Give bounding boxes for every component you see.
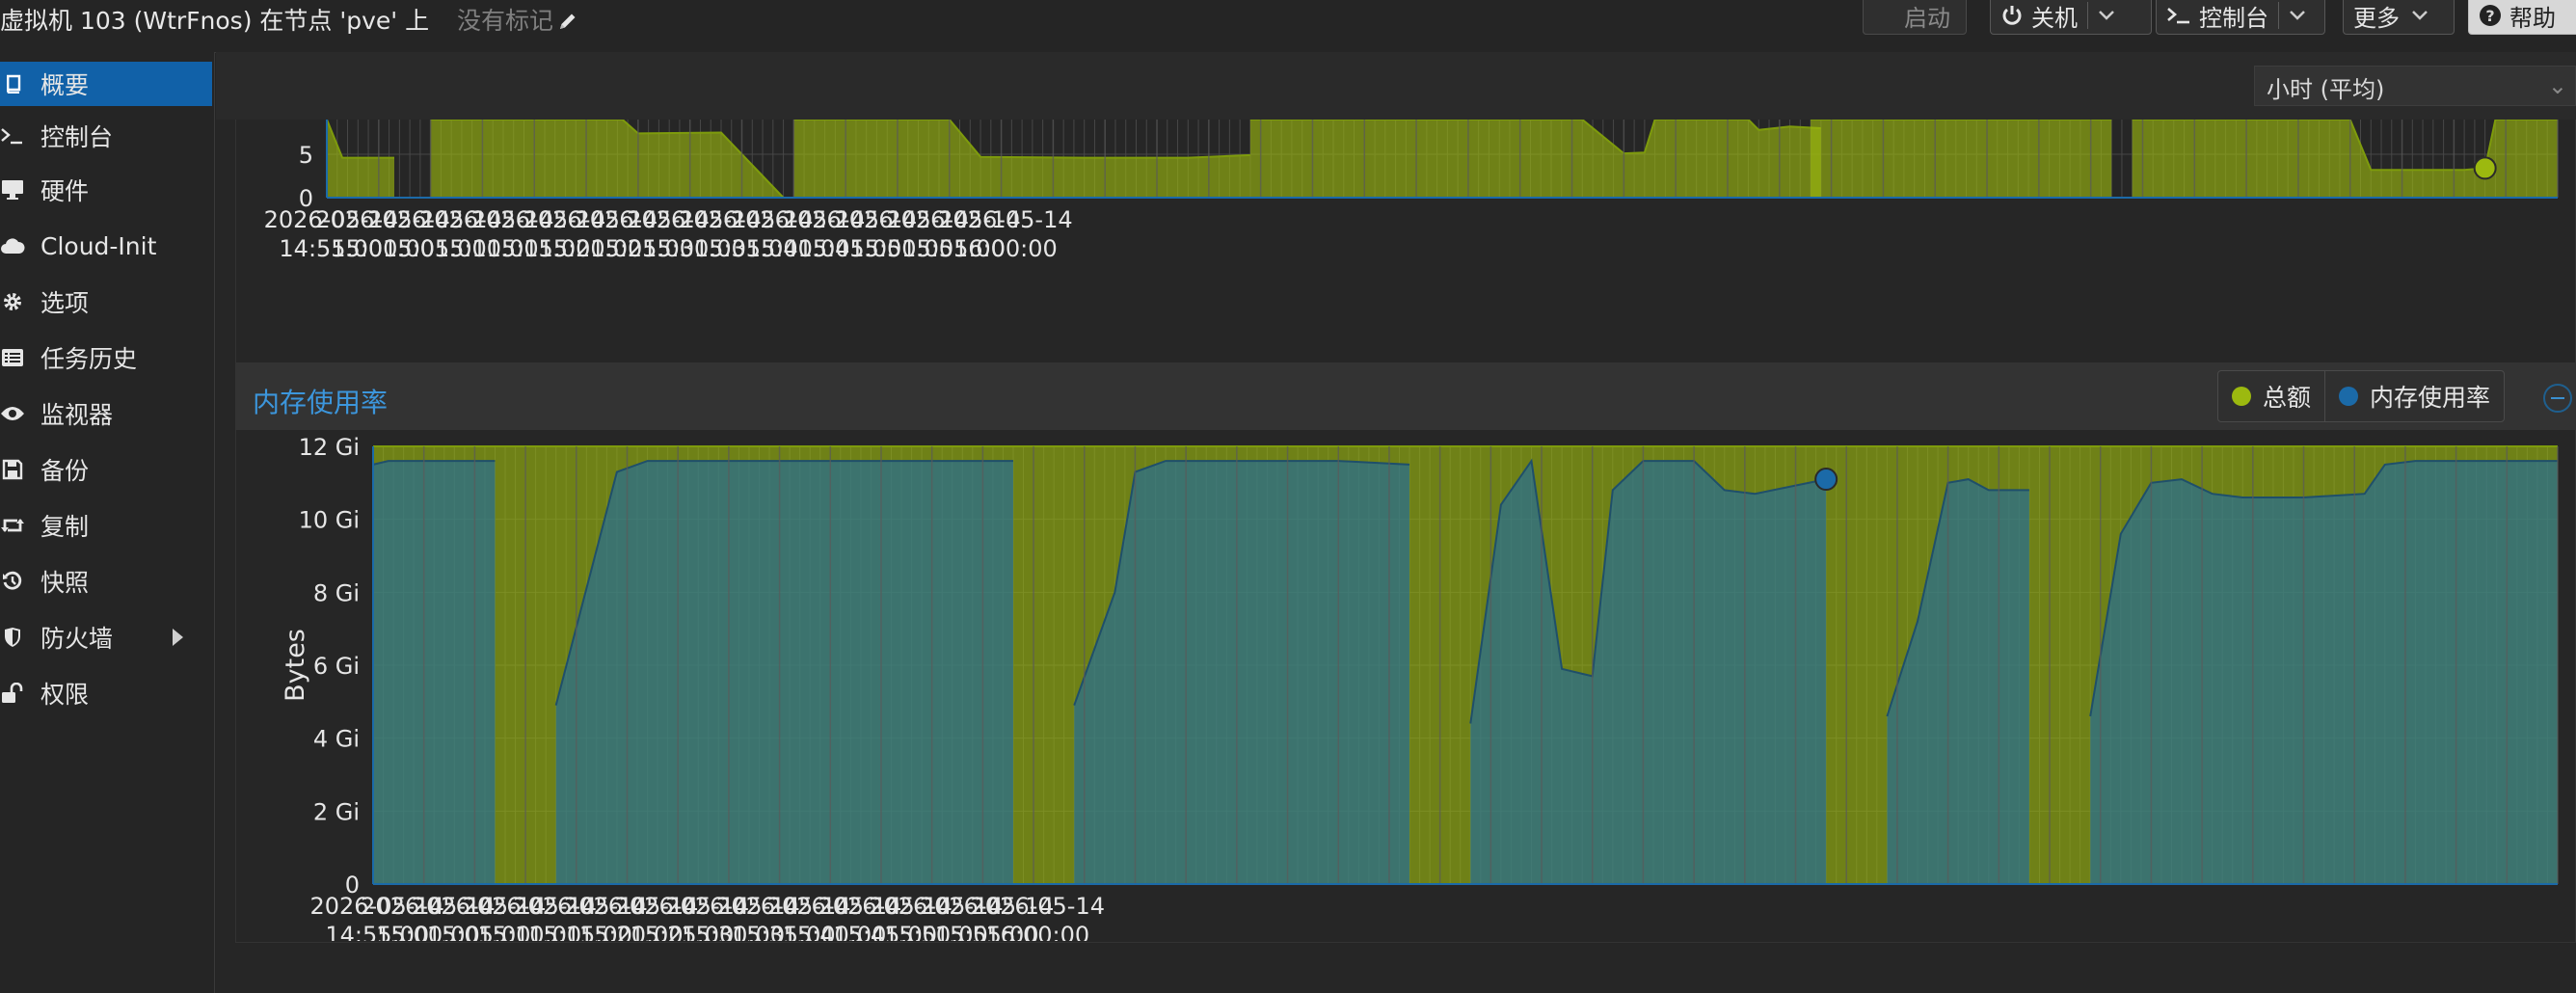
memory-chart-panel: 02 Gi 4 Gi 6 Gi 8 Gi 10 Gi 12 Gi 2026-05-14 14:… [235,362,2576,943]
more-button[interactable]: 更多 [2343,0,2455,35]
top-bar: 虚拟机 103 (WtrFnos) 在节点 'pve' 上 没有标记 启动 关机… [0,0,2576,53]
collapse-panel-icon[interactable] [2543,384,2572,413]
sidebar-item-label: 备份 [40,457,90,485]
sidebar-item-snapshots[interactable]: 快照 [0,559,212,604]
svg-text:?: ? [2485,7,2494,25]
sidebar-item-firewall[interactable]: 防火墙 [0,615,212,659]
shutdown-label: 关机 [2031,4,2078,32]
legend-label: 内存使用率 [2370,384,2491,412]
sidebar-item-options[interactable]: 选项 [0,280,212,324]
list-icon [0,348,25,367]
sidebar-item-console[interactable]: 控制台 [0,114,212,158]
shield-icon [0,627,25,648]
x-tick-label: 2026-05-14 [971,893,1105,920]
vm-title: 虚拟机 103 (WtrFnos) 在节点 'pve' 上 [0,7,430,35]
y-tick-label: 4 Gi [313,726,360,753]
power-icon [2002,6,2022,25]
x-tick-label: 16:00:00 [985,922,1089,941]
sidebar-item-task-history[interactable]: 任务历史 [0,335,212,380]
shutdown-button[interactable]: 关机 [1990,0,2152,35]
timeframe-toolbar: 小时 (平均) ⌄ [216,52,2576,120]
legend-item-usage[interactable]: 内存使用率 [2324,371,2504,421]
top-chart[interactable]: 052026-05-1414:55:002026-05-1415:00:0020… [236,120,2575,393]
sidebar-item-label: 概要 [40,71,90,99]
sidebar-item-label: 控制台 [40,123,114,151]
legend-dot [2232,387,2251,406]
sidebar-item-summary[interactable]: 概要 [0,62,212,106]
floppy-icon [0,459,25,480]
series-area [373,461,496,884]
series-area [1249,120,1821,198]
chevron-down-icon: ⌄ [2547,72,2567,99]
sidebar-item-label: 复制 [40,513,90,541]
legend-dot [2339,387,2359,406]
memory-panel-title: 内存使用率 [253,387,389,418]
console-label: 控制台 [2199,4,2268,32]
timeframe-value: 小时 (平均) [2267,76,2385,103]
sidebar-item-hardware[interactable]: 硬件 [0,168,212,212]
series-area [1470,461,1827,884]
series-area [1811,120,2112,198]
y-tick-label: 6 Gi [313,653,360,680]
tags-area[interactable]: 没有标记 [457,2,578,37]
book-icon [0,74,25,94]
question-circle-icon: ? [2480,5,2501,26]
main-content: 小时 (平均) ⌄ 0 5 2026-05-14 14:55:00 2026-05-14… [216,52,2576,993]
legend-label: 总额 [2263,384,2312,412]
chevron-down-icon[interactable] [2289,10,2306,21]
y-tick-label: 8 Gi [313,579,360,606]
cloud-icon [0,236,25,255]
more-label: 更多 [2353,4,2400,32]
y-axis-label: Bytes [281,629,310,702]
sidebar-item-label: 快照 [40,569,90,597]
series-area [555,461,1013,884]
highlighted-point [1814,468,1838,492]
retweet-icon [0,516,25,535]
unlock-icon [0,683,25,704]
y-tick-label: 5 [299,142,313,169]
terminal-icon [0,126,25,146]
cpu-chart-panel: 0 5 2026-05-14 14:55:00 2026-05-14 15:00:00 20… [235,120,2576,395]
console-button[interactable]: 控制台 [2156,0,2325,35]
terminal-icon [2167,8,2189,24]
sidebar-item-label: 权限 [40,681,90,709]
chevron-down-icon [2412,11,2428,20]
memory-panel-header: 内存使用率 总额 内存使用率 [235,362,2576,430]
highlighted-point [2473,156,2497,180]
start-button-label: 启动 [1863,0,1967,35]
eye-icon [0,405,25,422]
sidebar-item-replication[interactable]: 复制 [0,503,212,548]
memory-chart[interactable]: 02 Gi4 Gi6 Gi8 Gi10 Gi12 Gi2026-05-1414:… [236,362,2575,941]
help-label: 帮助 [2509,4,2556,32]
timeframe-select[interactable]: 小时 (平均) ⌄ [2254,66,2576,106]
expand-arrow-icon[interactable] [173,629,183,646]
sidebar-item-monitor[interactable]: 监视器 [0,391,212,436]
sidebar-item-label: 监视器 [40,401,114,429]
sidebar-item-label: 选项 [40,289,90,317]
sidebar-item-label: 防火墙 [40,625,114,653]
desktop-icon [0,179,25,201]
history-icon [0,571,25,592]
x-tick-label: 2026-05-14 [938,206,1072,233]
y-tick-label: 2 Gi [313,798,360,825]
no-tags-label: 没有标记 [457,7,554,35]
sidebar-item-label: 硬件 [40,177,90,205]
series-area [2090,461,2558,884]
sidebar-item-label: 任务历史 [40,345,138,373]
sidebar-item-cloud-init[interactable]: Cloud-Init [0,224,212,268]
legend-item-total[interactable]: 总额 [2218,371,2324,421]
help-button[interactable]: ? 帮助 [2468,0,2576,35]
sidebar: 概要 控制台 硬件 Cloud-Init 选项 任务历史 监视器 备份 复制 快… [0,52,215,993]
y-tick-label: 10 Gi [299,507,360,534]
sidebar-item-label: Cloud-Init [40,231,157,260]
y-tick-label: 12 Gi [299,434,360,461]
sidebar-item-backup[interactable]: 备份 [0,447,212,492]
chevron-down-icon[interactable] [2098,10,2115,21]
chart-legend: 总额 内存使用率 [2217,370,2506,422]
sidebar-item-permissions[interactable]: 权限 [0,671,212,715]
gear-icon [0,291,25,312]
pencil-icon[interactable] [557,11,578,32]
x-tick-label: 16:00:00 [953,235,1058,262]
